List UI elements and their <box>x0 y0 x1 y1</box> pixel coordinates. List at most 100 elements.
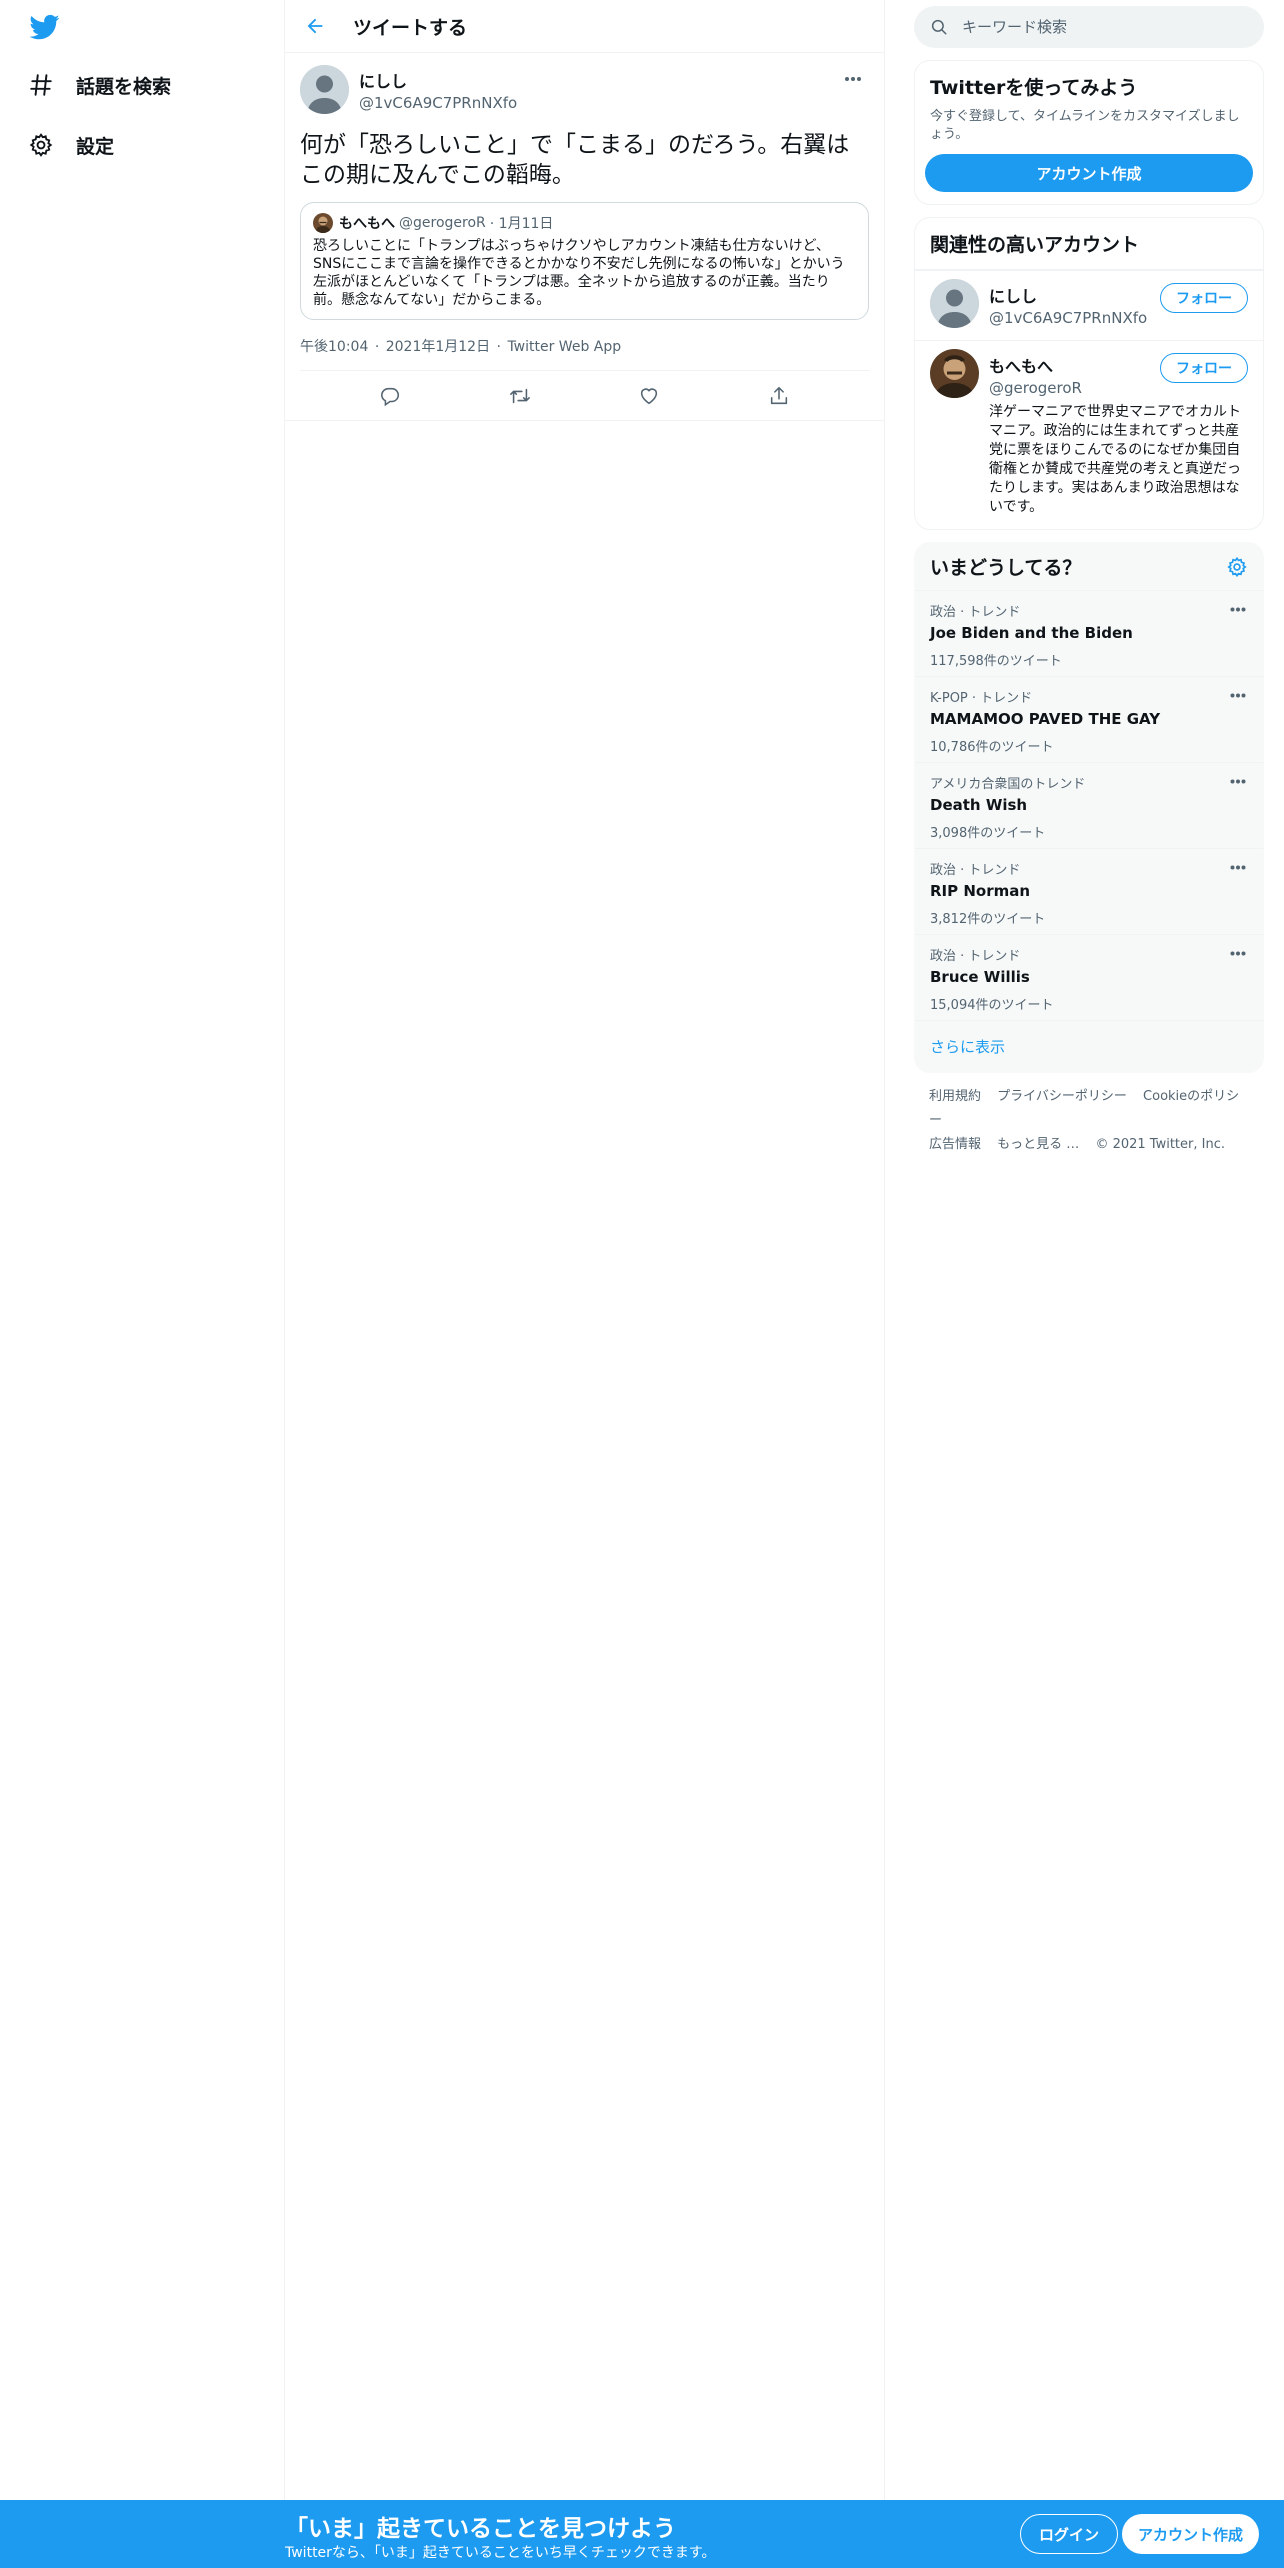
more-options-icon[interactable] <box>1227 687 1249 703</box>
bottom-bar-title: 「いま」起きていることを見つけよう <box>285 2516 676 2542</box>
nav-settings-label: 設定 <box>76 135 115 158</box>
quoted-text: 恐ろしいことに「トランプはぶっちゃけクソやしアカウント凍結も仕方ないけど、SNS… <box>313 238 845 308</box>
heart-icon <box>641 387 658 404</box>
trend-item[interactable]: アメリカ合衆国のトレンド Death Wish 3,098件のツイート <box>915 763 1263 849</box>
trend-name: Death Wish <box>930 796 1028 814</box>
author-handle[interactable]: @1vC6A9C7PRnNXfo <box>359 94 517 112</box>
more-options-icon[interactable] <box>1227 601 1249 617</box>
avatar[interactable] <box>300 65 349 114</box>
search-input[interactable] <box>962 18 1232 36</box>
quoted-date: · 1月11日 <box>489 216 554 232</box>
tweet-author: にしし @1vC6A9C7PRnNXfo <box>359 65 517 112</box>
tweet-header: にしし @1vC6A9C7PRnNXfo <box>300 65 869 114</box>
center-header: ツイートする <box>285 0 884 53</box>
relevant-accounts-card: 関連性の高いアカウント にしし @1vC6A9C7PRnNXfo フォロー もへ… <box>914 217 1264 530</box>
more-options-icon[interactable] <box>1227 773 1249 789</box>
retweet-button[interactable] <box>502 378 538 414</box>
search-box[interactable] <box>914 6 1264 48</box>
share-button[interactable] <box>761 378 797 414</box>
trend-count: 15,094件のツイート <box>930 998 1054 1013</box>
account-bio: 洋ゲーマニアで世界史マニアでオカルトマニア。政治的には生まれてずっと共産党に票を… <box>989 404 1241 515</box>
tweet: にしし @1vC6A9C7PRnNXfo 何が「恐ろしいこと」で「こまる」のだろ… <box>285 53 884 421</box>
trend-item[interactable]: 政治 · トレンド RIP Norman 3,812件のツイート <box>915 849 1263 935</box>
footer-ads-link[interactable]: 広告情報 <box>929 1137 981 1152</box>
default-avatar-icon <box>300 65 349 114</box>
tweet-actions <box>285 371 884 421</box>
quoted-name: もへもへ <box>339 216 395 232</box>
trends-header: いまどうしてる？ <box>915 543 1263 591</box>
back-button[interactable] <box>297 8 333 44</box>
bottom-signup-button[interactable]: アカウント作成 <box>1122 2514 1260 2554</box>
trends-card: いまどうしてる？ 政治 · トレンド Joe Biden and the Bid… <box>914 542 1264 1073</box>
trend-name: RIP Norman <box>930 882 1031 900</box>
show-more-link[interactable]: さらに表示 <box>915 1021 1263 1072</box>
trend-name: MAMAMOO PAVED THE GAY <box>930 710 1161 728</box>
like-button[interactable] <box>631 378 667 414</box>
bottom-signup-bar: 「いま」起きていることを見つけよう Twitterなら、「いま」起きていることを… <box>0 2500 1284 2568</box>
trend-count: 117,598件のツイート <box>930 654 1062 669</box>
trend-item[interactable]: K-POP · トレンド MAMAMOO PAVED THE GAY 10,78… <box>915 677 1263 763</box>
more-options-icon[interactable] <box>1227 859 1249 875</box>
nav-explore[interactable]: 話題を検索 <box>26 63 171 107</box>
trends-title: いまどうしてる？ <box>930 557 1082 579</box>
avatar[interactable] <box>930 349 979 398</box>
follow-button[interactable]: フォロー <box>1160 353 1248 383</box>
tweet-source[interactable]: Twitter Web App <box>507 339 621 355</box>
meta-separator: · <box>374 339 380 355</box>
trend-count: 10,786件のツイート <box>930 740 1054 755</box>
login-button[interactable]: ログイン <box>1020 2514 1119 2554</box>
tweet-meta: 午後10:04 · 2021年1月12日 · Twitter Web App <box>300 336 869 371</box>
portrait-avatar-icon <box>930 349 979 398</box>
page-title: ツイートする <box>353 16 468 39</box>
footer-more-link[interactable]: もっと見る … <box>997 1137 1079 1152</box>
arrow-left-icon <box>307 18 323 34</box>
gear-icon <box>26 130 56 160</box>
default-avatar-icon <box>930 279 979 328</box>
left-nav: 話題を検索 設定 <box>0 0 285 2568</box>
footer-copyright: © 2021 Twitter, Inc. <box>1095 1137 1225 1152</box>
signup-card-subtitle: 今すぐ登録して、タイムラインをカスタマイズしましょう。 <box>930 109 1240 142</box>
center-column: ツイートする にしし @1vC6A9C7PRnNXfo 何が「恐ろしいこと」で「… <box>285 0 885 2500</box>
footer-terms-link[interactable]: 利用規約 <box>929 1089 981 1104</box>
quoted-tweet[interactable]: もへもへ @gerogeroR · 1月11日 恐ろしいことに「トランプはぶっち… <box>300 202 869 320</box>
meta-separator: · <box>496 339 501 355</box>
gear-icon[interactable] <box>1226 556 1248 578</box>
trend-name: Joe Biden and the Biden <box>930 624 1133 642</box>
footer-privacy-link[interactable]: プライバシーポリシー <box>997 1089 1127 1104</box>
signup-button[interactable]: アカウント作成 <box>925 154 1253 192</box>
more-options-icon[interactable] <box>1227 945 1249 961</box>
portrait-avatar-icon <box>313 213 333 233</box>
trend-context: 政治 · トレンド <box>930 863 1021 878</box>
hashtag-icon <box>26 70 56 100</box>
trend-name: Bruce Willis <box>930 968 1030 986</box>
more-options-icon[interactable] <box>839 69 867 89</box>
author-name[interactable]: にしし <box>359 68 517 92</box>
quoted-avatar <box>313 213 333 233</box>
tweet-date[interactable]: 2021年1月12日 <box>386 339 490 355</box>
twitter-logo-icon[interactable] <box>28 12 62 42</box>
reply-button[interactable] <box>372 378 408 414</box>
tweet-time[interactable]: 午後10:04 <box>300 339 368 355</box>
trend-count: 3,098件のツイート <box>930 826 1046 841</box>
relevant-accounts-title: 関連性の高いアカウント <box>915 218 1263 270</box>
trend-context: 政治 · トレンド <box>930 949 1021 964</box>
trend-context: 政治 · トレンド <box>930 605 1021 620</box>
trend-item[interactable]: 政治 · トレンド Bruce Willis 15,094件のツイート <box>915 935 1263 1021</box>
quoted-tweet-header: もへもへ @gerogeroR · 1月11日 <box>313 213 856 233</box>
search-icon <box>931 19 947 35</box>
footer-links: 利用規約 プライバシーポリシー Cookieのポリシー 広告情報 もっと見る …… <box>914 1073 1264 1169</box>
signup-card: Twitterを使ってみよう 今すぐ登録して、タイムラインをカスタマイズしましょ… <box>914 60 1264 205</box>
tweet-text: 何が「恐ろしいこと」で「こまる」のだろう。右翼はこの期に及んでこの韜晦。 <box>300 132 850 188</box>
share-icon <box>771 386 788 404</box>
avatar[interactable] <box>930 279 979 328</box>
nav-explore-label: 話題を検索 <box>76 75 172 98</box>
follow-button[interactable]: フォロー <box>1160 283 1248 313</box>
signup-card-title: Twitterを使ってみよう <box>930 77 1138 99</box>
account-item[interactable]: もへもへ @gerogeroR 洋ゲーマニアで世界史マニアでオカルトマニア。政治… <box>915 340 1263 529</box>
trend-item[interactable]: 政治 · トレンド Joe Biden and the Biden 117,59… <box>915 591 1263 677</box>
nav-settings[interactable]: 設定 <box>26 123 114 167</box>
account-item[interactable]: にしし @1vC6A9C7PRnNXfo フォロー <box>915 270 1263 340</box>
trend-context: K-POP · トレンド <box>930 691 1033 706</box>
app-root: 話題を検索 設定 ツイートする にしし @1vC6A9C7PRnNXfo 何が「… <box>0 0 1284 2568</box>
reply-icon <box>380 387 399 406</box>
